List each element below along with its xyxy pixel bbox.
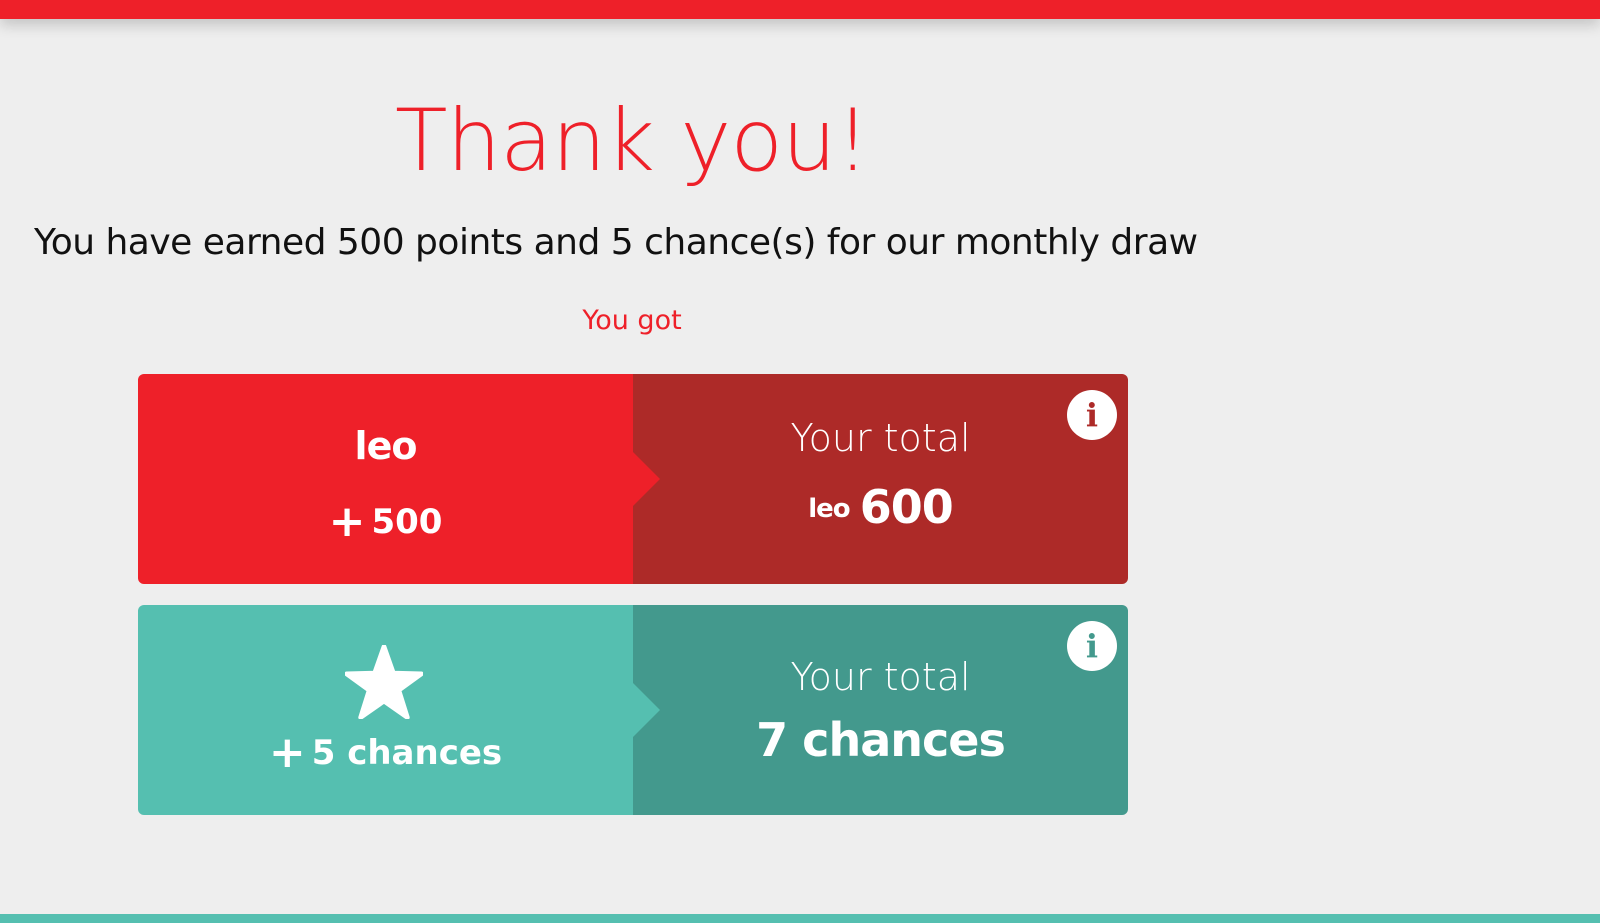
points-total: leo 600 <box>633 480 1128 534</box>
plus-icon: + <box>328 496 366 547</box>
earned-summary-text: You have earned 500 points and 5 chance(… <box>34 222 1198 263</box>
points-total-panel: Your total leo 600 <box>633 374 1128 584</box>
panel-arrow <box>633 452 660 506</box>
you-got-label: You got <box>582 305 682 336</box>
info-icon[interactable]: i <box>1067 390 1117 440</box>
points-earned-value: 500 <box>371 502 443 542</box>
points-earned: +500 <box>138 496 633 547</box>
chances-earned-panel: +5 chances <box>138 605 633 815</box>
chances-total-label: Your total <box>790 655 971 699</box>
chances-earned-value: 5 chances <box>311 733 503 773</box>
panel-arrow <box>633 683 660 737</box>
star-icon <box>345 645 423 719</box>
points-card: leo +500 Your total leo 600 i <box>138 374 1128 584</box>
header-bar <box>0 0 1600 19</box>
plus-icon: + <box>268 727 306 778</box>
leo-logo-small: leo <box>808 494 850 524</box>
page-title: Thank you! <box>395 91 870 191</box>
info-icon[interactable]: i <box>1067 621 1117 671</box>
points-earned-panel: leo +500 <box>138 374 633 584</box>
points-total-label: Your total <box>790 416 971 460</box>
leo-logo: leo <box>354 424 418 468</box>
footer-bar <box>0 914 1600 923</box>
chances-earned: +5 chances <box>138 727 633 778</box>
points-total-value: 600 <box>859 480 954 534</box>
chances-total-panel: Your total 7 chances <box>633 605 1128 815</box>
chances-card: +5 chances Your total 7 chances i <box>138 605 1128 815</box>
chances-total-value: 7 chances <box>756 713 1006 767</box>
